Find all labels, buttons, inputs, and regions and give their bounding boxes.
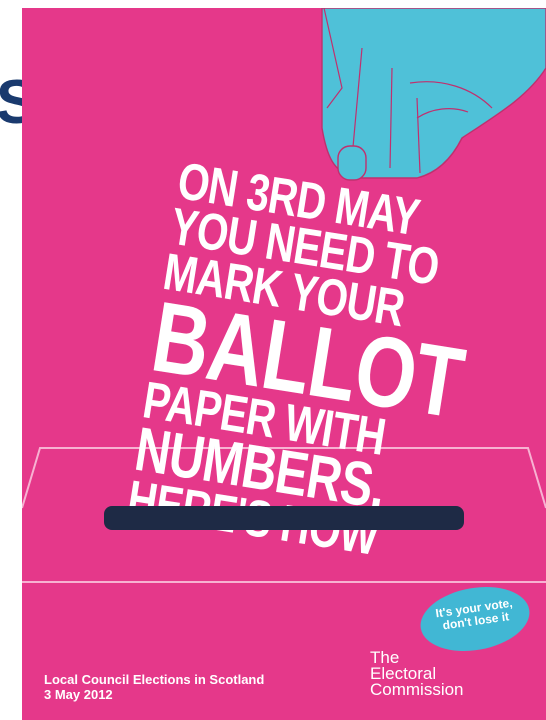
page: S On 3rd May You need to mark your ballo…: [0, 0, 546, 720]
election-poster: On 3rd May You need to mark your ballot …: [22, 8, 546, 720]
hand-illustration: [321, 8, 546, 181]
brand-line-3: Commission: [370, 680, 464, 699]
event-title: Local Council Elections in Scotland: [44, 672, 265, 687]
event-info: Local Council Elections in Scotland 3 Ma…: [44, 672, 264, 702]
electoral-commission-logo: The Electoral Commission: [370, 649, 464, 699]
event-date: 3 May 2012: [44, 687, 113, 702]
ballot-box-slot: [104, 506, 464, 530]
